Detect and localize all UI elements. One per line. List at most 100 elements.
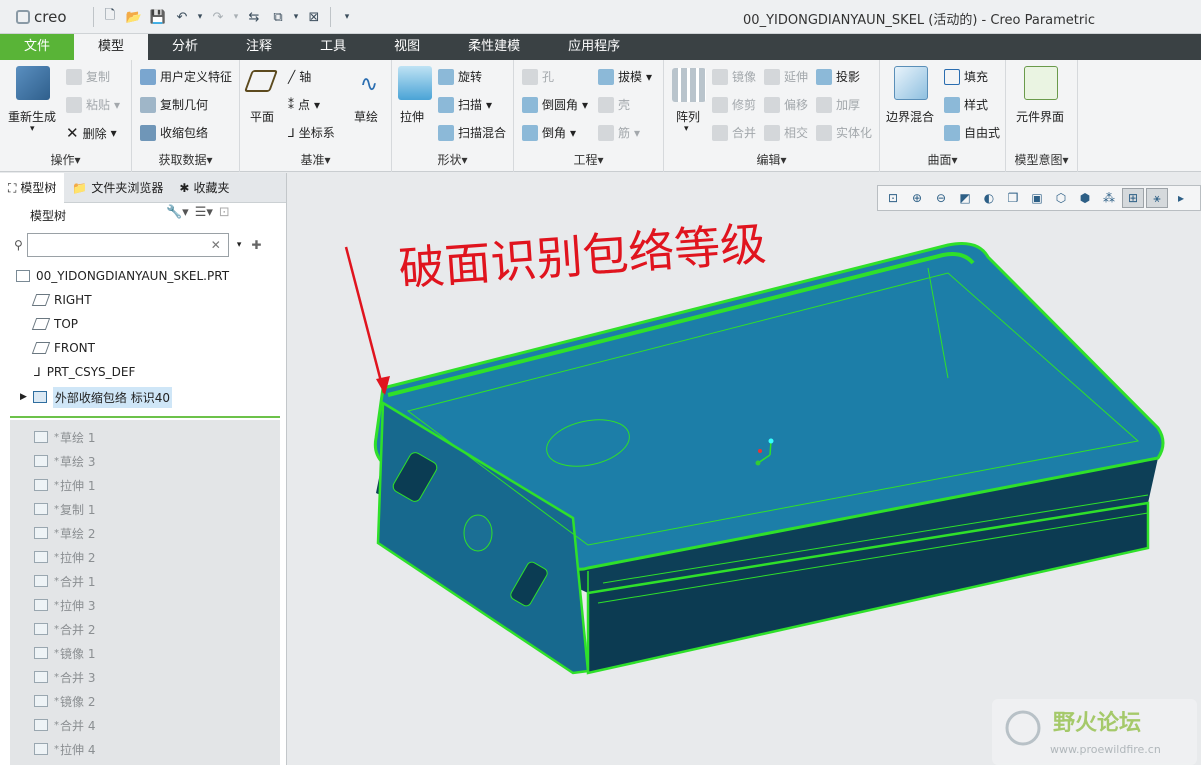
clear-search-icon[interactable]: ✕ bbox=[211, 238, 221, 252]
tree-settings-icon[interactable]: 🔧▾ bbox=[166, 205, 189, 220]
insert-here-marker[interactable] bbox=[10, 416, 280, 418]
tree-item-front[interactable]: FRONT bbox=[31, 337, 95, 359]
shell-button[interactable]: 壳 bbox=[598, 96, 630, 113]
paste-button[interactable]: 粘贴 ▾ bbox=[66, 96, 120, 113]
tree-item-csys[interactable]: ⅃ PRT_CSYS_DEF bbox=[34, 361, 135, 383]
tab-applications[interactable]: 应用程序 bbox=[544, 34, 644, 60]
extend-button[interactable]: 延伸 bbox=[764, 68, 808, 85]
regenerate-button[interactable]: 重新生成 bbox=[8, 108, 56, 125]
tree-item-suppressed[interactable]: * 镜像 1 bbox=[34, 642, 95, 664]
tab-analysis[interactable]: 分析 bbox=[148, 34, 222, 60]
tree-root-item[interactable]: 00_YIDONGDIANYAUN_SKEL.PRT bbox=[16, 265, 229, 287]
sketch-icon[interactable]: ∿ bbox=[352, 68, 386, 102]
rib-button[interactable]: 筋 ▾ bbox=[598, 124, 640, 141]
group-label-engineering[interactable]: 工程▾ bbox=[514, 151, 663, 168]
chamfer-button[interactable]: 倒角 ▾ bbox=[522, 124, 576, 141]
tab-flexible-modeling[interactable]: 柔性建模 bbox=[444, 34, 544, 60]
close-window-icon[interactable]: ⊠ bbox=[303, 6, 325, 28]
redo-icon[interactable]: ↷ bbox=[207, 6, 229, 28]
csys-button[interactable]: ⅃ 坐标系 bbox=[288, 124, 335, 141]
search-dropdown-icon[interactable]: ▾ bbox=[237, 240, 242, 250]
sweep-button[interactable]: 扫描 ▾ bbox=[438, 96, 492, 113]
graphics-window[interactable]: ⊡ ⊕ ⊖ ◩ ◐ ❐ ▣ ⬡ ⬢ ⁂ ⊞ ⚹ ▸ 破面识别包络等级 野火论坛 … bbox=[288, 173, 1201, 765]
tree-columns-icon[interactable]: ☰▾ bbox=[195, 205, 213, 220]
group-label-operations[interactable]: 操作▾ bbox=[0, 151, 131, 168]
intersect-button[interactable]: 相交 bbox=[764, 124, 808, 141]
project-button[interactable]: 投影 bbox=[816, 68, 860, 85]
draft-button[interactable]: 拔模 ▾ bbox=[598, 68, 652, 85]
customize-toolbar-icon[interactable]: ▾ bbox=[336, 6, 358, 28]
tab-tools[interactable]: 工具 bbox=[296, 34, 370, 60]
tree-filters-icon[interactable]: ⊡ bbox=[219, 205, 230, 220]
tree-item-shrinkwrap[interactable]: ▶ 外部收缩包络 标识40 bbox=[20, 386, 173, 408]
open-folder-icon[interactable]: 📂 bbox=[123, 6, 145, 28]
udf-button[interactable]: 用户定义特征 bbox=[140, 68, 232, 85]
tree-item-suppressed[interactable]: * 拉伸 2 bbox=[34, 546, 95, 568]
component-interface-button[interactable]: 元件界面 bbox=[1016, 108, 1064, 125]
freestyle-button[interactable]: 自由式 bbox=[944, 124, 1000, 141]
group-label-get-data[interactable]: 获取数据▾ bbox=[132, 151, 239, 168]
fill-button[interactable]: 填充 bbox=[944, 68, 988, 85]
undo-icon[interactable]: ↶ bbox=[171, 6, 193, 28]
regenerate-icon[interactable]: ⇆ bbox=[243, 6, 265, 28]
tree-item-right[interactable]: RIGHT bbox=[31, 289, 92, 311]
undo-dropdown-icon[interactable]: ▾ bbox=[195, 6, 205, 28]
tree-item-suppressed[interactable]: * 合并 1 bbox=[34, 570, 95, 592]
tree-item-suppressed[interactable]: * 拉伸 1 bbox=[34, 474, 95, 496]
tree-item-suppressed[interactable]: * 草绘 1 bbox=[34, 426, 95, 448]
group-label-model-intent[interactable]: 模型意图▾ bbox=[1006, 151, 1077, 168]
redo-dropdown-icon[interactable]: ▾ bbox=[231, 6, 241, 28]
tab-annotate[interactable]: 注释 bbox=[222, 34, 296, 60]
solidify-button[interactable]: 实体化 bbox=[816, 124, 872, 141]
tree-item-suppressed[interactable]: * 草绘 2 bbox=[34, 522, 95, 544]
axis-button[interactable]: ╱ 轴 bbox=[288, 68, 311, 85]
regenerate-dropdown-icon[interactable]: ▾ bbox=[30, 124, 35, 134]
extrude-icon[interactable] bbox=[398, 66, 432, 100]
swept-blend-button[interactable]: 扫描混合 bbox=[438, 124, 506, 141]
boundary-blend-icon[interactable] bbox=[894, 66, 928, 100]
trim-button[interactable]: 修剪 bbox=[712, 96, 756, 113]
windows-icon[interactable]: ⧉ bbox=[267, 6, 289, 28]
expand-arrow-icon[interactable]: ▶ bbox=[20, 392, 27, 402]
tree-item-suppressed[interactable]: * 合并 4 bbox=[34, 714, 95, 736]
add-filter-icon[interactable]: ✚ bbox=[251, 238, 261, 252]
point-button[interactable]: ⁑ 点 ▾ bbox=[288, 96, 320, 113]
shrinkwrap-model[interactable] bbox=[373, 242, 1165, 675]
model-canvas[interactable]: 破面识别包络等级 野火论坛 www.proewildfire.cn bbox=[288, 173, 1201, 765]
save-icon[interactable]: 💾 bbox=[147, 6, 169, 28]
style-button[interactable]: 样式 bbox=[944, 96, 988, 113]
tree-item-suppressed[interactable]: * 拉伸 3 bbox=[34, 594, 95, 616]
pattern-dropdown-icon[interactable]: ▾ bbox=[684, 124, 689, 134]
tree-item-suppressed[interactable]: * 复制 1 bbox=[34, 498, 95, 520]
component-interface-icon[interactable] bbox=[1024, 66, 1058, 100]
extrude-button[interactable]: 拉伸 bbox=[400, 108, 424, 125]
windows-dropdown-icon[interactable]: ▾ bbox=[291, 6, 301, 28]
group-label-datum[interactable]: 基准▾ bbox=[240, 151, 391, 168]
tree-item-suppressed[interactable]: * 拉伸 4 bbox=[34, 738, 95, 760]
plane-button[interactable]: 平面 bbox=[250, 108, 274, 125]
tree-item-top[interactable]: TOP bbox=[31, 313, 78, 335]
copy-geometry-button[interactable]: 复制几何 bbox=[140, 96, 208, 113]
tab-model[interactable]: 模型 bbox=[74, 34, 149, 60]
tree-item-suppressed[interactable]: * 合并 2 bbox=[34, 618, 95, 640]
shrinkwrap-button[interactable]: 收缩包络 bbox=[140, 124, 208, 141]
hole-button[interactable]: 孔 bbox=[522, 68, 554, 85]
tab-favorites[interactable]: ✱ 收藏夹 bbox=[171, 173, 237, 203]
new-file-icon[interactable]: 🗋 bbox=[99, 6, 121, 28]
tree-item-suppressed[interactable]: * 合并 3 bbox=[34, 666, 95, 688]
revolve-button[interactable]: 旋转 bbox=[438, 68, 482, 85]
mirror-button[interactable]: 镜像 bbox=[712, 68, 756, 85]
tree-item-suppressed[interactable]: * 草绘 3 bbox=[34, 450, 95, 472]
delete-button[interactable]: ✕ 删除 ▾ bbox=[66, 124, 117, 142]
merge-button[interactable]: 合并 bbox=[712, 124, 756, 141]
group-label-surfaces[interactable]: 曲面▾ bbox=[880, 151, 1005, 168]
boundary-blend-button[interactable]: 边界混合 bbox=[886, 108, 934, 125]
thicken-button[interactable]: 加厚 bbox=[816, 96, 860, 113]
round-button[interactable]: 倒圆角 ▾ bbox=[522, 96, 588, 113]
tab-view[interactable]: 视图 bbox=[370, 34, 444, 60]
tree-item-suppressed[interactable]: * 镜像 2 bbox=[34, 690, 95, 712]
tab-model-tree[interactable]: ⛶ 模型树 bbox=[0, 173, 65, 203]
tab-file[interactable]: 文件 bbox=[0, 34, 75, 60]
offset-button[interactable]: 偏移 bbox=[764, 96, 808, 113]
sketch-button[interactable]: 草绘 bbox=[354, 108, 378, 125]
